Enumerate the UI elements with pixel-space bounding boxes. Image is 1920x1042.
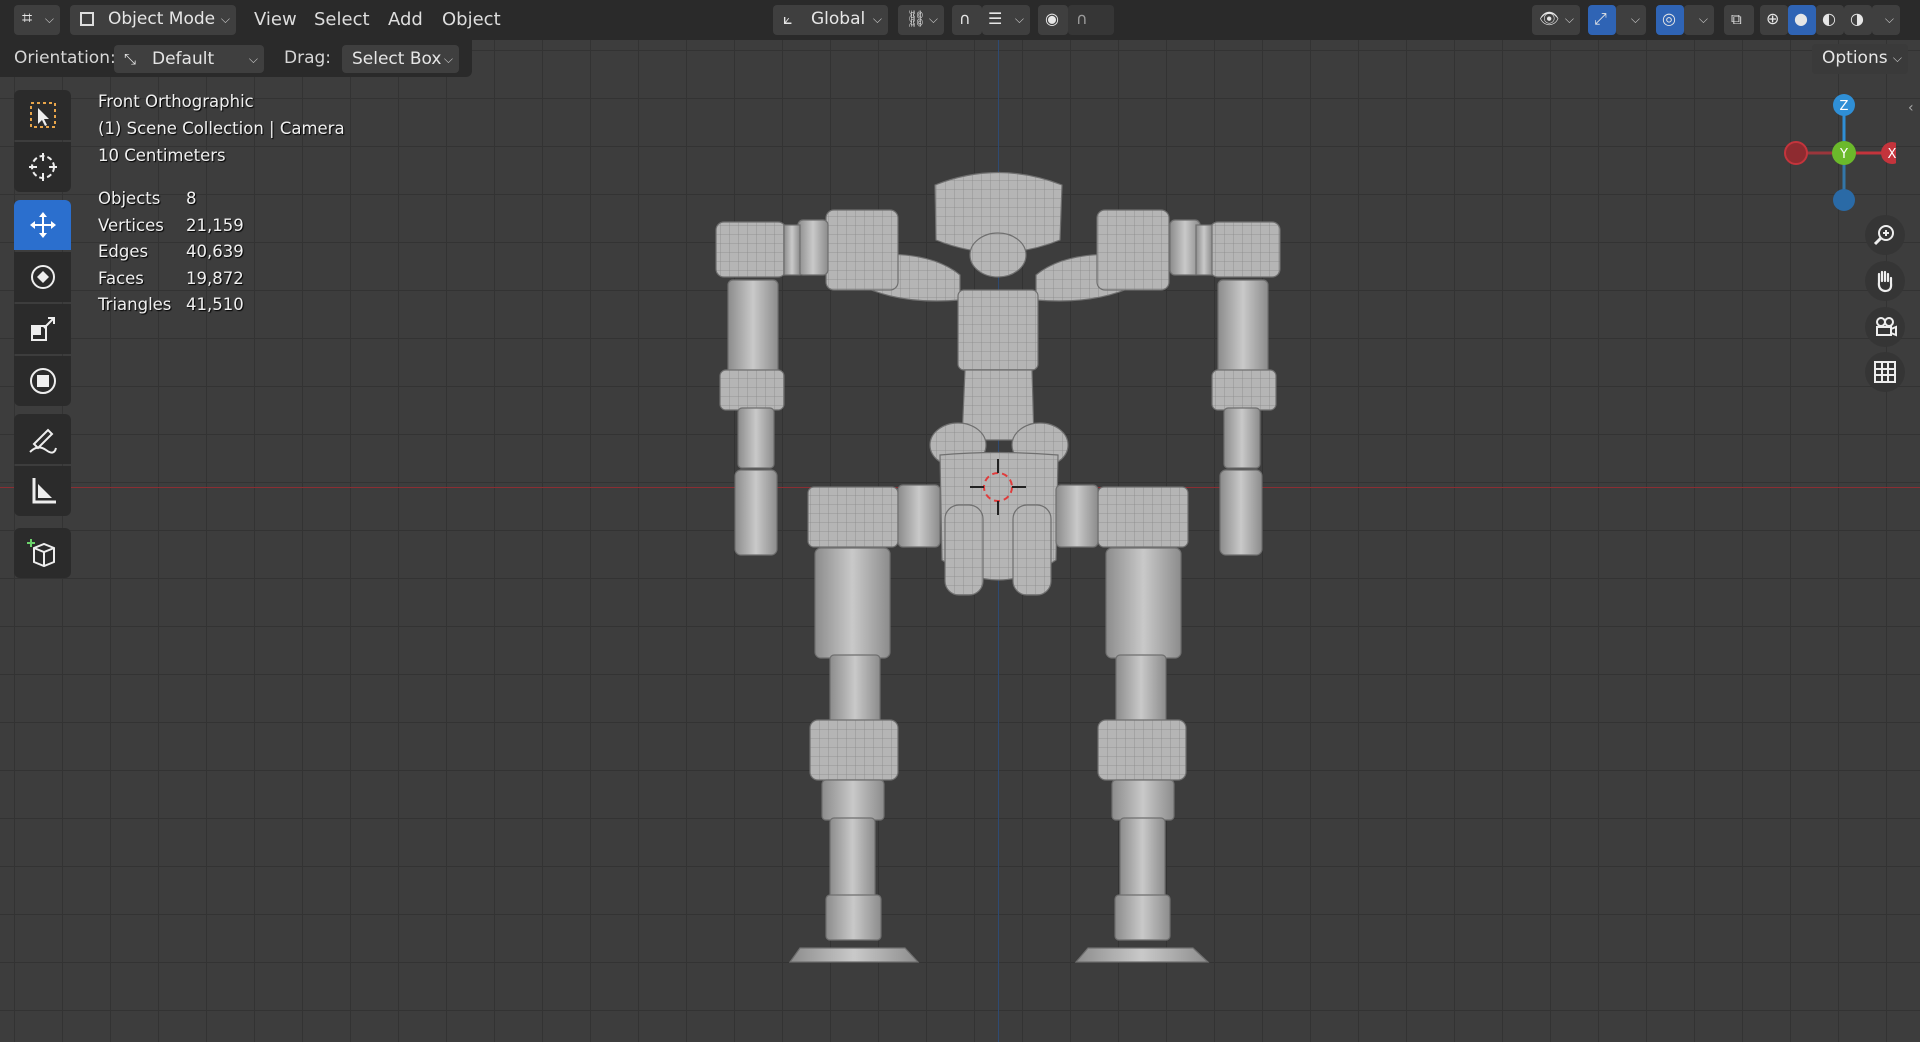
gizmo-icon: ⤢: [1594, 9, 1607, 28]
falloff-curve-icon: ∩: [1076, 9, 1088, 28]
menu-add[interactable]: Add: [388, 6, 423, 34]
tool-measure[interactable]: [14, 466, 71, 516]
stat-triangles-label: Triangles: [98, 295, 172, 314]
view-name: Front Orthographic: [98, 92, 254, 111]
stat-objects-value: 8: [186, 189, 197, 208]
tool-select-box[interactable]: [14, 90, 71, 140]
proportional-edit-icon: ◉: [1045, 9, 1059, 28]
gizmo-neg-x[interactable]: [1784, 141, 1808, 165]
tool-scale[interactable]: [14, 304, 71, 354]
orientation-dropdown[interactable]: ⤡ Default ⌵: [114, 45, 264, 73]
orientation-gizmo-icon: ⤡: [124, 50, 137, 68]
pan-button[interactable]: [1865, 261, 1905, 301]
mode-dropdown[interactable]: Object Mode ⌵: [70, 5, 236, 35]
grid-icon: [1874, 361, 1896, 383]
stat-faces-label: Faces: [98, 269, 144, 288]
select-box-icon: [29, 102, 56, 128]
overlays-dropdown[interactable]: ⌵: [1684, 5, 1714, 35]
xray-icon: ⧉: [1731, 10, 1742, 28]
stat-vertices-label: Vertices: [98, 216, 164, 235]
zoom-magnifier-icon: [1873, 225, 1894, 246]
measure-ruler-icon: [32, 478, 56, 504]
collection-info: (1) Scene Collection | Camera: [98, 119, 345, 138]
transform-orientation-label: Global: [811, 9, 866, 29]
zoom-button[interactable]: [1865, 215, 1905, 255]
menu-object[interactable]: Object: [442, 6, 501, 34]
stat-edges-value: 40,639: [186, 242, 244, 261]
gizmo-neg-z[interactable]: [1833, 189, 1855, 211]
gizmo-dropdown[interactable]: ⌵: [1616, 5, 1646, 35]
hand-icon: [1877, 270, 1893, 293]
visibility-dropdown[interactable]: 👁 ⌵: [1532, 5, 1580, 35]
transform-orientation-dropdown[interactable]: ⟀ Global ⌵: [773, 5, 888, 35]
shading-solid[interactable]: ●: [1788, 5, 1816, 35]
shading-wireframe[interactable]: ⊕: [1760, 5, 1788, 35]
drag-dropdown[interactable]: Select Box ⌵: [342, 45, 459, 73]
pivot-point-dropdown[interactable]: ⛓ ⌵: [898, 5, 944, 35]
snap-toggle[interactable]: ∩: [952, 5, 982, 35]
grid-scale: 10 Centimeters: [98, 146, 226, 165]
options-label: Options: [1822, 48, 1888, 68]
camera-icon: [1876, 317, 1897, 337]
tool-cursor[interactable]: [14, 142, 71, 192]
sidebar-toggle-icon[interactable]: ‹: [1908, 100, 1914, 116]
gizmo-y-label: Y: [1839, 147, 1848, 162]
tool-add-cube[interactable]: [14, 528, 71, 578]
overlays-icon: ◎: [1662, 9, 1676, 28]
solid-sphere-icon: ●: [1794, 9, 1808, 28]
add-cube-icon: [26, 539, 55, 568]
rotate-icon: [30, 265, 55, 289]
eye-icon: 👁: [1539, 9, 1560, 28]
snap-target-dropdown[interactable]: ☰ ⌵: [982, 5, 1030, 35]
tool-annotate[interactable]: [14, 414, 71, 464]
gizmo-toggle[interactable]: ⤢: [1588, 5, 1616, 35]
orientation-label: Orientation:: [14, 48, 116, 68]
stat-vertices-value: 21,159: [186, 216, 244, 235]
drag-label: Drag:: [284, 48, 332, 68]
proportional-edit-toggle[interactable]: ◉: [1038, 5, 1068, 35]
stat-edges-label: Edges: [98, 242, 149, 261]
tool-rotate[interactable]: [14, 252, 71, 302]
rendered-sphere-icon: ◑: [1850, 9, 1864, 28]
menu-select[interactable]: Select: [314, 6, 370, 34]
gizmo-x-label: X: [1888, 147, 1896, 162]
cursor-icon: [28, 153, 57, 181]
tool-transform[interactable]: [14, 356, 71, 406]
orientation-icon: ⟀: [783, 9, 793, 28]
wireframe-sphere-icon: ⊕: [1766, 9, 1780, 28]
options-dropdown[interactable]: Options ⌵: [1812, 44, 1908, 74]
shading-rendered[interactable]: ◑: [1844, 5, 1872, 35]
stat-objects-label: Objects: [98, 189, 161, 208]
mode-label: Object Mode: [108, 9, 216, 29]
shading-material[interactable]: ◐: [1816, 5, 1844, 35]
xray-toggle[interactable]: ⧉: [1724, 5, 1754, 35]
material-sphere-icon: ◐: [1822, 9, 1836, 28]
shading-dropdown[interactable]: ⌵: [1872, 5, 1900, 35]
tool-move[interactable]: [14, 200, 71, 250]
orientation-value: Default: [152, 49, 215, 69]
scale-icon: [30, 317, 55, 341]
stat-faces-value: 19,872: [186, 269, 244, 288]
falloff-dropdown[interactable]: ∩: [1068, 5, 1114, 35]
overlays-toggle[interactable]: ◎: [1656, 5, 1684, 35]
camera-view-button[interactable]: [1865, 307, 1905, 347]
transform-icon: [29, 368, 56, 394]
robot-model[interactable]: [700, 170, 1300, 980]
pivot-icon: ⛓: [906, 9, 927, 28]
editor-type-button[interactable]: ⌗ ⌵: [14, 5, 60, 35]
menu-view[interactable]: View: [254, 6, 297, 34]
navigation-gizmo[interactable]: Z X Y: [1776, 90, 1896, 220]
object-mode-icon: [80, 12, 94, 26]
gizmo-z-label: Z: [1840, 99, 1849, 114]
annotate-pencil-icon: [28, 428, 57, 454]
tool-settings-header: Orientation: ⤡ Default ⌵ Drag: Select Bo…: [0, 40, 472, 77]
editor-type-icon: ⌗: [22, 8, 33, 29]
stat-triangles-value: 41,510: [186, 295, 244, 314]
viewport-header: ⌗ ⌵ Object Mode ⌵ View Select Add Object…: [0, 0, 1920, 40]
drag-value: Select Box: [352, 49, 442, 69]
move-icon: [29, 212, 56, 238]
ortho-toggle-button[interactable]: [1865, 352, 1905, 392]
snap-increment-icon: ☰: [988, 9, 1003, 28]
magnet-icon: ∩: [959, 9, 971, 28]
